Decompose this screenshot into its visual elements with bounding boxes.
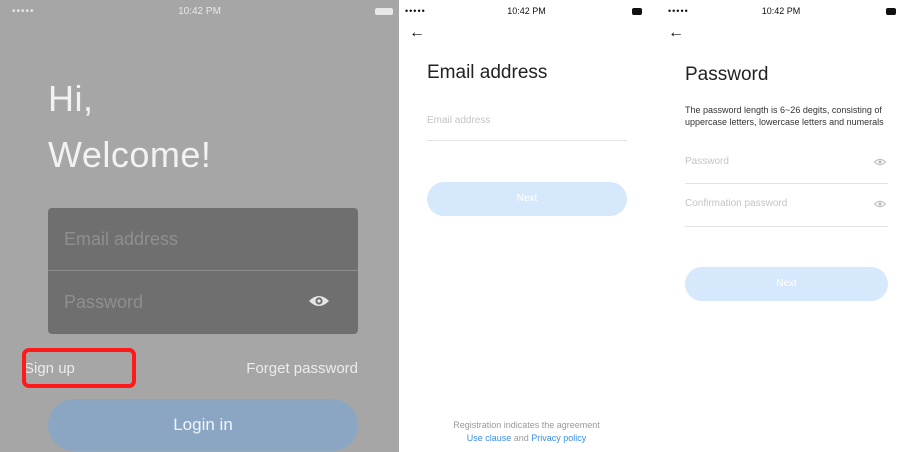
battery-icon xyxy=(375,8,393,15)
show-password-eye-icon[interactable] xyxy=(308,294,330,308)
forget-password-link[interactable]: Forget password xyxy=(246,360,358,377)
agreement-footer: Registration indicates the agreement Use… xyxy=(405,419,648,445)
status-bar: ••••• 10:42 PM xyxy=(660,0,902,24)
show-confirm-password-eye-icon[interactable] xyxy=(874,200,886,208)
login-screen: ••••• 10:42 PM Hi, Welcome! Email addres… xyxy=(0,0,399,452)
next-button[interactable]: Next xyxy=(427,182,627,216)
status-bar: ••••• 10:42 PM xyxy=(405,0,648,24)
email-screen: ••••• 10:42 PM ← Email address Email add… xyxy=(405,0,648,452)
form-divider xyxy=(48,270,358,271)
next-button[interactable]: Next xyxy=(685,267,888,301)
sign-up-highlight-box xyxy=(22,348,136,388)
privacy-policy-link[interactable]: Privacy policy xyxy=(531,433,586,443)
status-bar: ••••• 10:42 PM xyxy=(0,0,399,24)
battery-icon xyxy=(886,8,896,15)
password-input[interactable]: Password xyxy=(64,292,143,313)
greeting-hi: Hi, xyxy=(48,78,94,119)
back-arrow-icon[interactable]: ← xyxy=(409,24,425,42)
password-underline xyxy=(685,183,888,184)
show-password-eye-icon[interactable] xyxy=(874,158,886,166)
use-clause-link[interactable]: Use clause xyxy=(467,433,512,443)
back-arrow-icon[interactable]: ← xyxy=(668,24,684,42)
password-screen: ••••• 10:42 PM ← Password The password l… xyxy=(660,0,902,452)
email-input[interactable]: Email address xyxy=(64,229,178,250)
status-time: 10:42 PM xyxy=(178,6,221,17)
and-text: and xyxy=(511,433,532,443)
greeting-welcome: Welcome! xyxy=(48,134,212,175)
page-title: Email address xyxy=(427,62,548,83)
status-time: 10:42 PM xyxy=(507,6,546,16)
password-input[interactable]: Password xyxy=(685,156,729,167)
battery-icon xyxy=(632,8,642,15)
password-rules-text: The password length is 6~26 degits, cons… xyxy=(685,105,884,127)
email-underline xyxy=(427,140,627,141)
confirm-password-input[interactable]: Confirmation password xyxy=(685,198,787,209)
email-input[interactable]: Email address xyxy=(427,115,490,126)
agreement-text: Registration indicates the agreement xyxy=(453,420,600,430)
confirm-password-underline xyxy=(685,226,888,227)
login-button[interactable]: Login in xyxy=(48,399,358,451)
login-form: Email address Password xyxy=(48,208,358,334)
page-title: Password xyxy=(685,64,769,85)
status-time: 10:42 PM xyxy=(761,6,801,16)
